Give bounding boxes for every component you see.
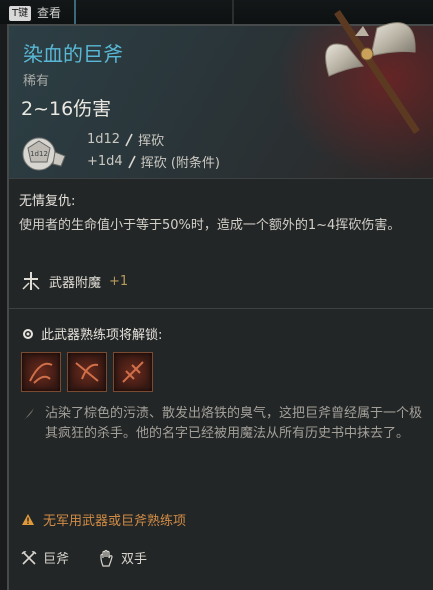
divider <box>232 0 234 24</box>
dice-label: 1d12 <box>30 150 48 158</box>
damage-dice: +1d4 <box>87 154 123 169</box>
enchant-icon <box>22 272 40 290</box>
warning-text: 无军用武器或巨斧熟练项 <box>43 514 187 529</box>
quill-icon <box>24 408 34 420</box>
enchant-label: 武器附魔 <box>49 275 102 291</box>
d12-dice-icon: 1d12 <box>22 137 66 171</box>
slashing-icon <box>125 133 133 146</box>
skill-2-icon[interactable] <box>67 352 107 392</box>
enchant-value: +1 <box>109 273 129 289</box>
proficiency-unlock-heading: 此武器熟练项将解锁: <box>21 324 162 343</box>
damage-row: 1d12 挥砍 <box>87 130 164 149</box>
tag-label: 双手 <box>121 552 148 567</box>
item-name: 染血的巨斧 <box>23 42 123 66</box>
flavor-text: 沾染了棕色的污渍、散发出烙铁的臭气，这把巨斧曾经属于一个极其疯狂的杀手。他的名字… <box>45 406 423 441</box>
skill-3-icon[interactable] <box>113 352 153 392</box>
weapon-enchant: 武器附魔 +1 <box>21 271 128 291</box>
slashing-icon <box>127 155 136 168</box>
damage-row: +1d4 挥砍 (附条件) <box>87 152 220 171</box>
gear-icon <box>23 328 33 339</box>
proficiency-warning: 无军用武器或巨斧熟练项 <box>21 510 186 529</box>
divider <box>9 178 433 179</box>
hand-icon <box>100 549 113 567</box>
weapon-tags: 巨斧 双手 <box>21 548 147 567</box>
crossed-axes-icon <box>21 550 37 565</box>
tooltip-header: 染血的巨斧 稀有 2~16伤害 1d12 1d12 挥砍 +1d4 挥砍 (附条… <box>9 10 433 178</box>
greataxe-icon <box>325 10 420 134</box>
damage-type: 挥砍 <box>138 134 165 149</box>
unlock-skills <box>21 352 153 392</box>
unlock-heading-text: 此武器熟练项将解锁: <box>41 328 163 343</box>
tag-label: 巨斧 <box>43 552 70 567</box>
warning-icon <box>22 514 34 525</box>
damage-dice: 1d12 <box>87 132 121 147</box>
item-tooltip: 染血的巨斧 稀有 2~16伤害 1d12 1d12 挥砍 +1d4 挥砍 (附条… <box>7 10 433 590</box>
item-rarity: 稀有 <box>23 74 50 89</box>
key-hint: T键 <box>9 6 32 21</box>
skill-1-icon[interactable] <box>21 352 61 392</box>
divider <box>9 308 433 309</box>
damage-type: 挥砍 (附条件) <box>140 156 220 171</box>
passive-description: 使用者的生命值小于等于50%时，造成一个额外的1~4挥砍伤害。 <box>19 218 401 233</box>
damage-total: 2~16伤害 <box>21 98 112 120</box>
divider <box>74 0 76 24</box>
view-label[interactable]: 查看 <box>37 4 61 21</box>
passive-name: 无情复仇: <box>19 194 76 209</box>
